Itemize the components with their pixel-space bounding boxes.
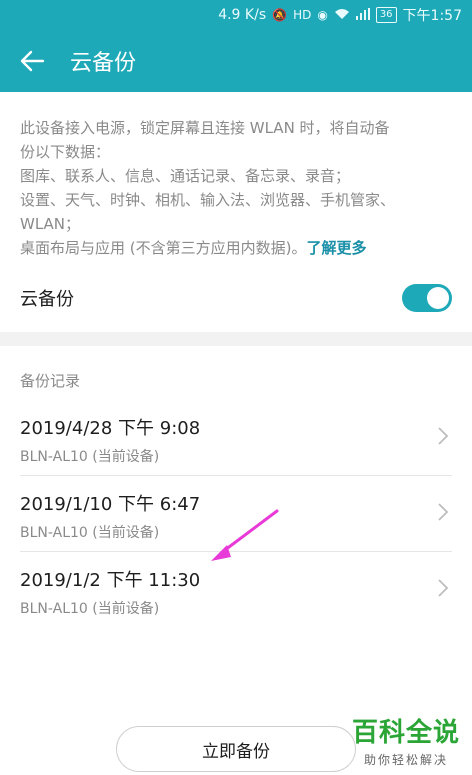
signal-icon (355, 7, 370, 23)
chevron-right-icon (438, 503, 449, 521)
description-line: 图库、联系人、信息、通话记录、备忘录、录音； (20, 167, 351, 185)
back-button[interactable] (0, 30, 64, 92)
learn-more-link[interactable]: 了解更多 (306, 239, 366, 257)
description-line: 此设备接入电源，锁定屏幕且连接 WLAN 时，将自动备 (20, 119, 390, 137)
page-title: 云备份 (70, 51, 137, 76)
cloud-backup-label: 云备份 (20, 289, 74, 310)
watermark-logo: 百科全说 助你轻松解决 (344, 712, 468, 768)
watermark-main: 百科全说 (351, 718, 460, 748)
mute-icon: 🔕 (272, 8, 288, 22)
status-bar: 4.9 K/s 🔕 HD ◉ 36 下午1:57 (0, 0, 472, 30)
clock: 下午1:57 (402, 8, 462, 24)
backup-record-item[interactable]: 2019/4/28 下午 9:08 BLN-AL10 (当前设备) (0, 400, 472, 476)
record-date: 2019/1/10 下午 6:47 (20, 494, 201, 515)
annotation-arrow-icon (211, 509, 279, 561)
record-date: 2019/1/2 下午 11:30 (20, 570, 201, 591)
record-date: 2019/4/28 下午 9:08 (20, 418, 201, 439)
app-bar: 云备份 (0, 30, 472, 92)
chevron-right-icon (438, 579, 449, 597)
backup-now-button[interactable]: 立即备份 (116, 726, 356, 772)
eye-icon: ◉ (317, 8, 328, 22)
section-title: 备份记录 (20, 372, 81, 390)
record-device: BLN-AL10 (当前设备) (20, 525, 160, 541)
record-device: BLN-AL10 (当前设备) (20, 601, 160, 617)
description-line-last: 桌面布局与应用 (不含第三方应用内数据)。了解更多 (20, 236, 460, 260)
description-line: 设置、天气、时钟、相机、输入法、浏览器、手机管家、 (20, 191, 396, 209)
cloud-backup-toggle[interactable] (402, 284, 452, 312)
cloud-backup-row: 云备份 (20, 280, 452, 316)
wifi-icon (334, 8, 350, 23)
hd-icon: HD (293, 8, 312, 22)
info-card: 此设备接入电源，锁定屏幕且连接 WLAN 时，将自动备 份以下数据： 图库、联系… (0, 92, 472, 332)
battery-icon: 36 (375, 7, 397, 23)
watermark-sub: 助你轻松解决 (363, 753, 448, 767)
description-line: WLAN； (20, 215, 81, 233)
network-speed: 4.9 K/s (218, 7, 267, 23)
backup-description: 此设备接入电源，锁定屏幕且连接 WLAN 时，将自动备 份以下数据： 图库、联系… (20, 116, 460, 260)
chevron-right-icon (438, 427, 449, 445)
description-line: 份以下数据： (20, 143, 111, 161)
record-device: BLN-AL10 (当前设备) (20, 449, 160, 465)
toggle-knob (427, 287, 449, 309)
description-text: 桌面布局与应用 (不含第三方应用内数据)。 (20, 239, 307, 257)
back-arrow-icon (20, 50, 45, 72)
